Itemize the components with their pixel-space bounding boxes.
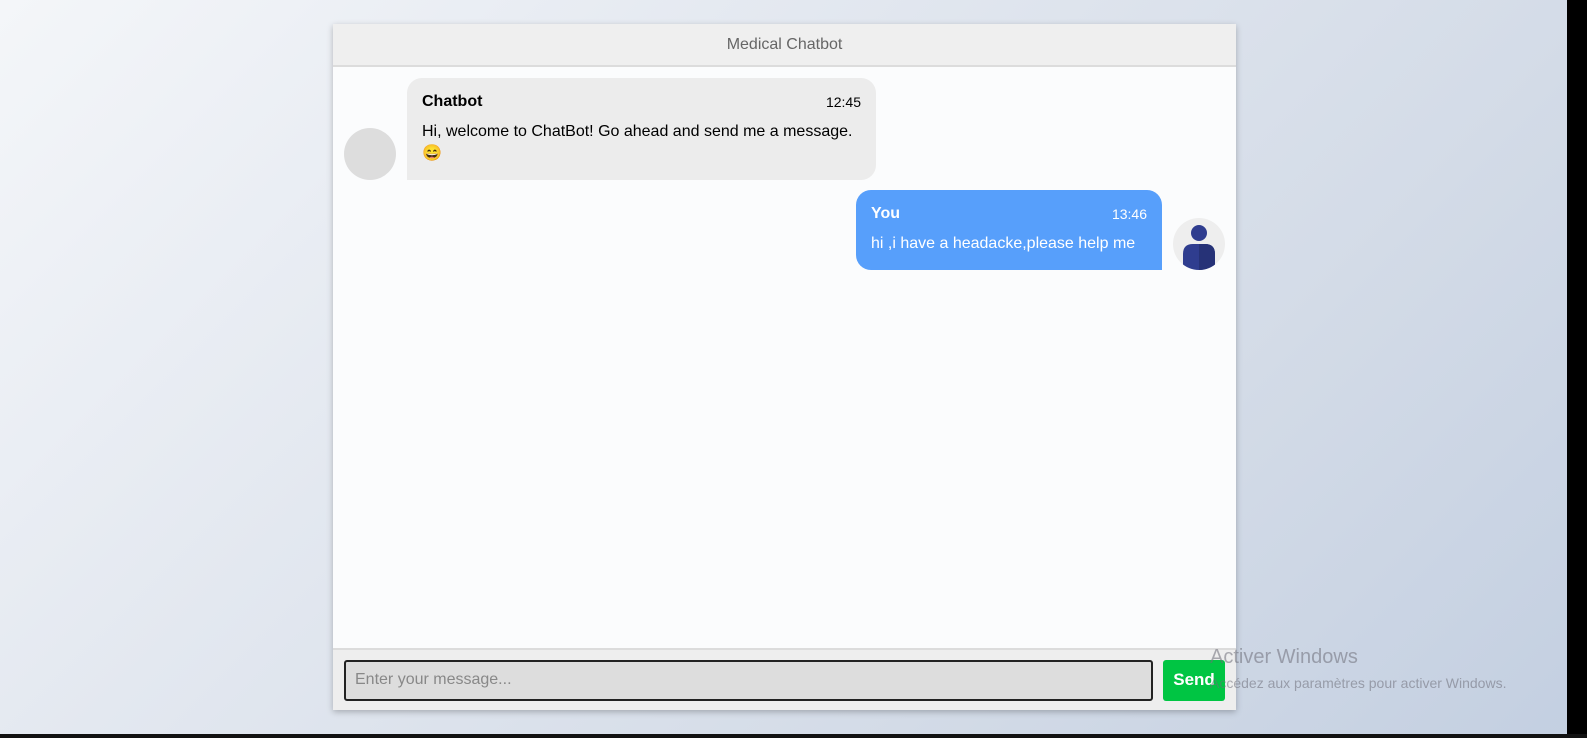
- user-avatar: [1173, 218, 1225, 270]
- user-message-info: You 13:46: [871, 205, 1147, 223]
- user-message-time: 13:46: [1111, 206, 1147, 222]
- person-icon: [1183, 225, 1215, 270]
- chat-title: Medical Chatbot: [726, 36, 843, 53]
- bot-message-time: 12:45: [825, 94, 861, 110]
- user-message-sender: You: [871, 205, 901, 222]
- chat-messages[interactable]: Chatbot 12:45 Hi, welcome to ChatBot! Go…: [333, 67, 1236, 648]
- bot-avatar: [344, 128, 396, 180]
- bot-message: Chatbot 12:45 Hi, welcome to ChatBot! Go…: [344, 78, 876, 180]
- watermark-title: Activer Windows: [1210, 646, 1358, 668]
- screen-edge-bottom: [0, 734, 1587, 738]
- bot-message-text: Hi, welcome to ChatBot! Go ahead and sen…: [422, 123, 853, 162]
- user-message: You 13:46 hi ,i have a headacke,please h…: [856, 190, 1225, 270]
- user-message-bubble: You 13:46 hi ,i have a headacke,please h…: [856, 190, 1162, 270]
- message-input[interactable]: [344, 659, 1154, 701]
- watermark-subtitle: Accédez aux paramètres pour activer Wind…: [1210, 675, 1507, 691]
- bot-message-bubble: Chatbot 12:45 Hi, welcome to ChatBot! Go…: [407, 78, 876, 180]
- chat-window: Medical Chatbot Chatbot 12:45 Hi, welcom…: [333, 24, 1236, 710]
- bot-message-sender: Chatbot: [422, 93, 483, 110]
- message-input-area: Send: [333, 648, 1236, 710]
- chat-header: Medical Chatbot: [333, 24, 1236, 67]
- bot-message-info: Chatbot 12:45: [422, 93, 861, 111]
- user-message-text: hi ,i have a headacke,please help me: [871, 235, 1136, 252]
- windows-activation-watermark: Activer Windows Accédez aux paramètres p…: [1210, 646, 1506, 691]
- screen-edge-right: [1567, 0, 1587, 738]
